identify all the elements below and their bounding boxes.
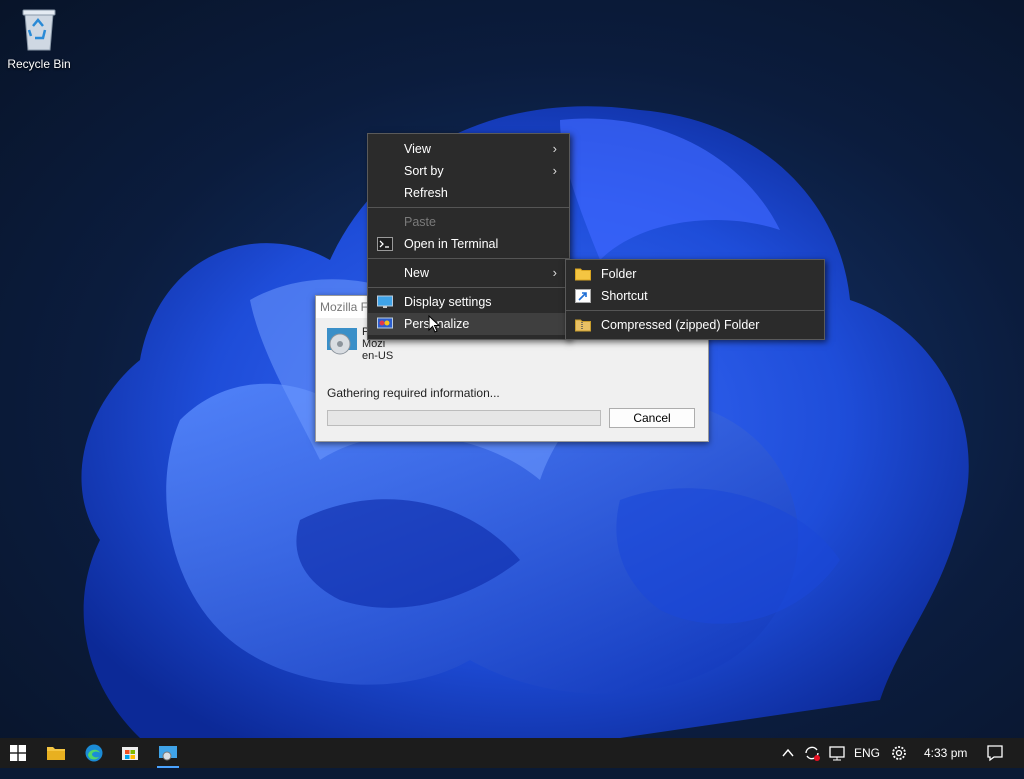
menu-item-refresh[interactable]: Refresh xyxy=(368,182,569,204)
start-button[interactable] xyxy=(0,738,36,768)
submenu-item-shortcut[interactable]: Shortcut xyxy=(566,285,824,307)
taskbar-file-explorer[interactable] xyxy=(38,738,74,768)
menu-item-sort-by[interactable]: Sort by › xyxy=(368,160,569,182)
dialog-message-locale: en-US xyxy=(362,350,394,362)
menu-item-view[interactable]: View › xyxy=(368,138,569,160)
installer-disk-icon xyxy=(327,328,357,355)
microsoft-store-icon xyxy=(122,747,138,760)
menu-item-label: Display settings xyxy=(404,295,492,309)
menu-item-label: Open in Terminal xyxy=(404,237,499,251)
menu-item-label: Paste xyxy=(404,215,436,229)
recycle-bin-label: Recycle Bin xyxy=(7,57,71,71)
folder-icon xyxy=(575,268,591,281)
menu-item-label: Compressed (zipped) Folder xyxy=(601,318,760,332)
menu-separator xyxy=(368,258,569,259)
network-icon[interactable] xyxy=(828,738,848,768)
menu-item-label: Shortcut xyxy=(601,289,648,303)
menu-item-display-settings[interactable]: Display settings xyxy=(368,291,569,313)
menu-item-label: Refresh xyxy=(404,186,448,200)
menu-item-label: View xyxy=(404,142,431,156)
menu-item-label: New xyxy=(404,266,430,280)
menu-item-paste: Paste xyxy=(368,211,569,233)
file-explorer-icon xyxy=(47,747,65,760)
settings-gear-icon[interactable] xyxy=(890,738,910,768)
menu-item-open-in-terminal[interactable]: Open in Terminal xyxy=(368,233,569,255)
language-indicator[interactable]: ENG xyxy=(854,738,880,768)
menu-item-label: Sort by xyxy=(404,164,444,178)
zip-folder-icon xyxy=(575,319,591,332)
install-progress-bar xyxy=(327,410,601,426)
windows-logo-icon xyxy=(10,745,26,761)
shortcut-icon xyxy=(575,289,591,303)
taskbar-edge[interactable] xyxy=(76,738,112,768)
mouse-cursor xyxy=(428,315,440,333)
cancel-button[interactable]: Cancel xyxy=(609,408,695,428)
chevron-right-icon: › xyxy=(552,265,557,280)
submenu-item-compressed-folder[interactable]: Compressed (zipped) Folder xyxy=(566,314,824,336)
chevron-right-icon: › xyxy=(552,163,557,178)
desktop[interactable]: Recycle Bin Mozilla F Please wait while … xyxy=(0,0,1024,738)
notifications-icon[interactable] xyxy=(986,738,1006,768)
personalize-icon xyxy=(377,317,393,329)
menu-item-new[interactable]: New › xyxy=(368,262,569,284)
taskbar-store[interactable] xyxy=(112,738,148,768)
menu-separator xyxy=(368,287,569,288)
menu-item-personalize[interactable]: Personalize xyxy=(368,313,569,335)
display-settings-icon xyxy=(377,295,393,308)
taskbar: ENG 4:33 pm xyxy=(0,738,1024,768)
chevron-right-icon: › xyxy=(552,141,557,156)
menu-item-label: Folder xyxy=(601,267,637,281)
dialog-status: Gathering required information... xyxy=(327,386,500,400)
taskbar-installer[interactable] xyxy=(150,738,186,768)
menu-separator xyxy=(368,207,569,208)
sync-update-icon[interactable] xyxy=(803,738,823,768)
show-hidden-icons-chevron-icon[interactable] xyxy=(780,738,796,768)
menu-separator xyxy=(566,310,824,311)
installer-icon xyxy=(159,746,177,761)
desktop-context-menu: View › Sort by › Refresh Paste Open in T… xyxy=(367,133,570,340)
recycle-bin[interactable]: Recycle Bin xyxy=(4,6,74,71)
terminal-icon xyxy=(377,237,393,251)
recycle-bin-icon xyxy=(22,9,56,51)
clock[interactable]: 4:33 pm xyxy=(924,738,967,768)
edge-browser-icon xyxy=(85,744,103,762)
new-submenu: Folder Shortcut Compressed (zipped) Fold… xyxy=(565,259,825,340)
submenu-item-folder[interactable]: Folder xyxy=(566,263,824,285)
